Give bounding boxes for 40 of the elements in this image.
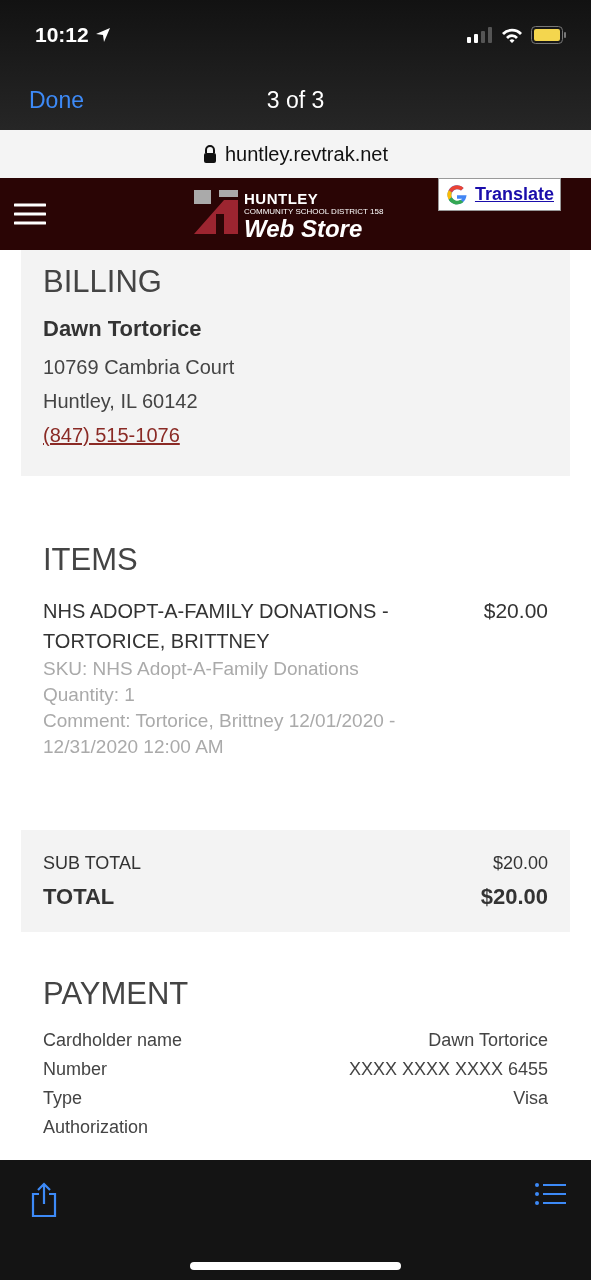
total-value: $20.00 — [492, 852, 548, 874]
logo-icon — [194, 190, 238, 234]
total-label: TOTAL — [43, 884, 115, 910]
item-detail: Comment: Tortorice, Brittney 12/01/2020 - 12/31/2020 12:00 AM — [43, 709, 397, 759]
payment-label: Number — [43, 1059, 108, 1080]
google-icon — [444, 182, 469, 207]
section-heading: ITEMS — [43, 542, 139, 578]
location-icon — [94, 27, 111, 43]
wifi-icon — [501, 26, 523, 44]
item-detail: Quantity: 1 — [43, 683, 136, 707]
payment-label: Type — [43, 1088, 83, 1109]
item-title: NHS ADOPT-A-FAMILY DONATIONS - TORTORICE, BRITTNEY — [43, 599, 390, 654]
logo-name: HUNTLEY — [244, 190, 320, 207]
lock-icon — [202, 145, 217, 163]
section-heading: BILLING — [43, 264, 163, 300]
logo-subtitle: COMMUNITY SCHOOL DISTRICT 158 — [244, 207, 384, 216]
share-button[interactable] — [30, 1182, 58, 1218]
done-button[interactable]: Done — [29, 86, 84, 114]
signal-icon — [467, 27, 493, 43]
item-price: $20.00 — [483, 598, 548, 624]
payment-value: Visa — [513, 1088, 548, 1109]
phone-link[interactable]: (847) 515-1076 — [43, 424, 180, 446]
billing-name: Dawn Tortorice — [43, 316, 203, 342]
url-text: huntley.revtrak.net — [224, 142, 388, 166]
payment-value: Dawn Tortorice — [428, 1030, 548, 1051]
payment-label: Cardholder name — [43, 1030, 183, 1051]
item-detail: SKU: NHS Adopt-A-Family Donations — [43, 657, 360, 681]
address-line: 10769 Cambria Court — [43, 355, 236, 380]
section-heading: PAYMENT — [43, 976, 190, 1012]
total-value: $20.00 — [480, 884, 548, 910]
total-label: SUB TOTAL — [43, 852, 142, 874]
battery-icon — [531, 26, 567, 44]
status-time: 10:12 — [35, 23, 89, 47]
address-line: Huntley, IL 60142 — [43, 389, 199, 414]
logo-store: Web Store — [244, 216, 364, 242]
menu-button[interactable] — [14, 203, 46, 225]
page-counter: 3 of 3 — [266, 86, 325, 114]
payment-value: XXXX XXXX XXXX 6455 — [348, 1059, 548, 1080]
translate-link[interactable]: Translate — [437, 178, 561, 211]
payment-label: Authorization — [43, 1117, 149, 1138]
